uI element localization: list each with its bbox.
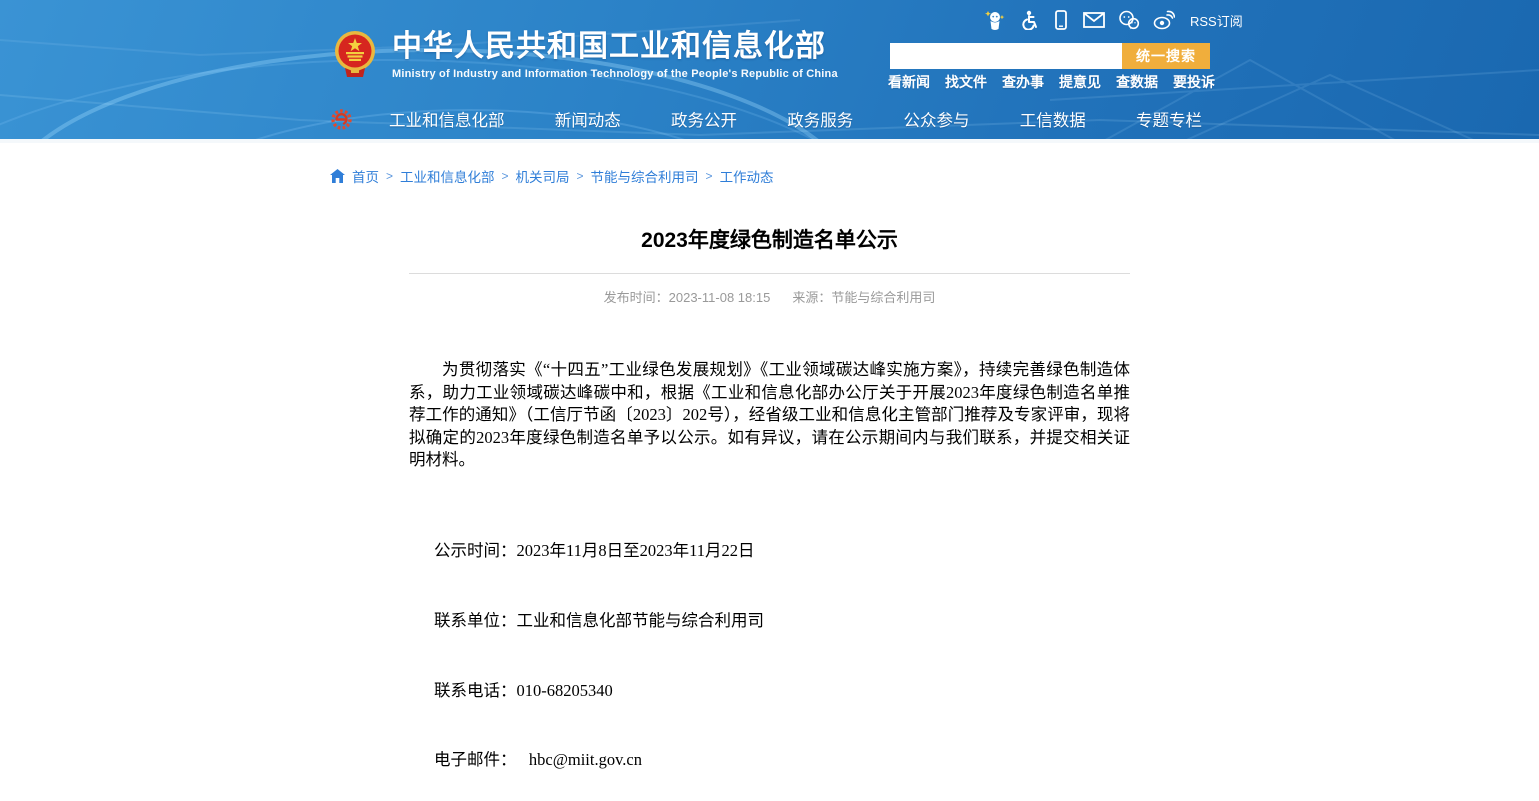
nav-item-gov-disclosure[interactable]: 政务公开	[671, 107, 737, 131]
contact-phone: 联系电话：010-68205340	[434, 679, 1130, 702]
breadcrumb: 首页 > 工业和信息化部 > 机关司局 > 节能与综合利用司 > 工作动态	[330, 166, 774, 186]
breadcrumb-separator: >	[386, 169, 393, 183]
site-logo-block[interactable]: 中华人民共和国工业和信息化部 Ministry of Industry and …	[333, 30, 838, 80]
nav-item-data[interactable]: 工信数据	[1020, 107, 1086, 131]
wechat-icon[interactable]	[1118, 10, 1140, 30]
quick-links-row: 看新闻 找文件 查办事 提意见 查数据 要投诉	[888, 72, 1215, 92]
page-title: 2023年度绿色制造名单公示	[409, 224, 1130, 254]
mobile-icon[interactable]	[1052, 10, 1070, 30]
top-icon-row: RSS订阅	[984, 9, 1243, 31]
breadcrumb-ministry[interactable]: 工业和信息化部	[400, 166, 495, 186]
article-meta: 发布时间：2023-11-08 18:15 来源：节能与综合利用司	[409, 287, 1130, 306]
site-titles: 中华人民共和国工业和信息化部 Ministry of Industry and …	[392, 30, 838, 80]
breadcrumb-departments[interactable]: 机关司局	[516, 166, 570, 186]
quick-link-news[interactable]: 看新闻	[888, 72, 930, 92]
publish-time: 2023-11-08 18:15	[669, 290, 771, 305]
gov-e-icon[interactable]	[330, 108, 353, 131]
unified-search-button[interactable]: 统一搜索	[1122, 43, 1210, 69]
public-notice-period: 公示时间：2023年11月8日至2023年11月22日	[434, 539, 1130, 562]
source-value: 节能与综合利用司	[831, 290, 935, 305]
contact-unit: 联系单位：工业和信息化部节能与综合利用司	[434, 609, 1130, 632]
quick-link-complaint[interactable]: 要投诉	[1173, 72, 1215, 92]
article: 2023年度绿色制造名单公示 发布时间：2023-11-08 18:15 来源：节…	[409, 224, 1130, 801]
breadcrumb-home[interactable]: 首页	[352, 166, 379, 186]
page: 中华人民共和国工业和信息化部 Ministry of Industry and …	[0, 0, 1539, 801]
quick-link-files[interactable]: 找文件	[945, 72, 987, 92]
site-subtitle: Ministry of Industry and Information Tec…	[392, 68, 838, 80]
breadcrumb-separator: >	[577, 169, 584, 183]
site-title: 中华人民共和国工业和信息化部	[392, 30, 838, 64]
quick-link-feedback[interactable]: 提意见	[1059, 72, 1101, 92]
search-input[interactable]	[890, 43, 1122, 69]
nav-items: 工业和信息化部 新闻动态 政务公开 政务服务 公众参与 工信数据 专题专栏	[389, 107, 1202, 131]
breadcrumb-work-updates[interactable]: 工作动态	[720, 166, 774, 186]
contact-block: 公示时间：2023年11月8日至2023年11月22日 联系单位：工业和信息化部…	[434, 493, 1130, 801]
nav-item-news[interactable]: 新闻动态	[555, 107, 621, 131]
main-nav: 工业和信息化部 新闻动态 政务公开 政务服务 公众参与 工信数据 专题专栏	[330, 104, 1202, 134]
nav-item-ministry[interactable]: 工业和信息化部	[389, 107, 505, 131]
breadcrumb-separator: >	[706, 169, 713, 183]
nav-item-gov-services[interactable]: 政务服务	[787, 107, 853, 131]
breadcrumb-energy-dept[interactable]: 节能与综合利用司	[591, 166, 699, 186]
search-bar: 统一搜索	[890, 43, 1210, 69]
weibo-icon[interactable]	[1153, 10, 1175, 30]
site-header: 中华人民共和国工业和信息化部 Ministry of Industry and …	[0, 0, 1539, 143]
article-body: 为贯彻落实《“十四五”工业绿色发展规划》《工业领域碳达峰实施方案》，持续完善绿色…	[409, 359, 1130, 801]
body-paragraph: 为贯彻落实《“十四五”工业绿色发展规划》《工业领域碳达峰实施方案》，持续完善绿色…	[409, 359, 1130, 472]
title-divider	[409, 273, 1130, 274]
source-label: 来源：	[792, 290, 831, 305]
mascot-icon[interactable]	[984, 9, 1006, 31]
quick-link-services[interactable]: 查办事	[1002, 72, 1044, 92]
quick-link-data[interactable]: 查数据	[1116, 72, 1158, 92]
national-emblem-icon	[333, 30, 377, 78]
accessibility-icon[interactable]	[1019, 10, 1039, 30]
contact-email: 电子邮件： hbc@miit.gov.cn	[434, 748, 1130, 771]
breadcrumb-separator: >	[502, 169, 509, 183]
mail-icon[interactable]	[1083, 11, 1105, 29]
home-icon[interactable]	[330, 169, 345, 183]
nav-item-public-participation[interactable]: 公众参与	[904, 107, 970, 131]
publish-time-label: 发布时间：	[604, 290, 669, 305]
rss-subscribe-link[interactable]: RSS订阅	[1190, 11, 1243, 30]
nav-item-special-topics[interactable]: 专题专栏	[1136, 107, 1202, 131]
